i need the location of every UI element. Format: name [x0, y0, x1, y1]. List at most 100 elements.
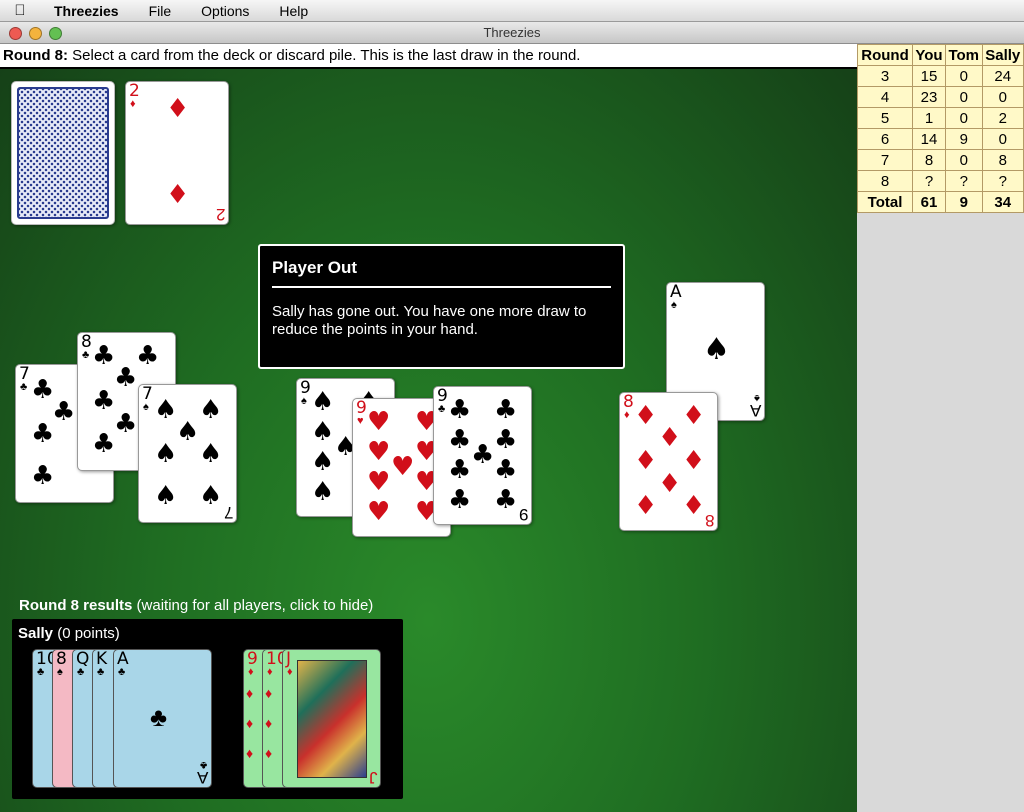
club-icon: ♣ [494, 395, 518, 425]
diamond-icon: ♦ [658, 469, 682, 499]
result-card-ace-clubs: A ♣ ♣ A ♣ [113, 649, 212, 788]
score-cell: 0 [944, 107, 983, 129]
diamond-icon: ♦ [246, 715, 254, 731]
table-card-9-clubs[interactable]: 9 ♣ ♣ ♣ ♣ ♣ ♣ ♣ ♣ ♣ ♣ 9 [433, 386, 532, 525]
diamond-icon: ♦ [682, 446, 706, 476]
score-cell: 14 [912, 128, 946, 150]
diamond-icon: ♦ [246, 745, 254, 761]
score-row: 6 14 9 0 [856, 128, 1024, 150]
spade-icon: ♠ [57, 666, 63, 678]
score-cell: 6 [856, 128, 914, 150]
score-cell: ? [981, 170, 1024, 192]
club-icon: ♣ [82, 349, 90, 361]
score-row: 8 ? ? ? [856, 170, 1024, 192]
club-icon: ♣ [92, 386, 116, 416]
score-row: 7 8 0 8 [856, 149, 1024, 171]
draw-deck[interactable] [11, 81, 115, 225]
window-titlebar: Threezies [0, 22, 1024, 44]
score-cell: 8 [981, 149, 1024, 171]
score-cell: 24 [981, 65, 1024, 87]
status-message: Select a card from the deck or discard p… [72, 47, 581, 64]
score-cell: ? [944, 170, 983, 192]
club-icon: ♣ [31, 375, 55, 405]
score-cell: 0 [944, 86, 983, 108]
score-cell: 0 [944, 149, 983, 171]
score-row: 4 23 0 0 [856, 86, 1024, 108]
total-you: 61 [912, 191, 946, 213]
jack-face-illustration [297, 660, 367, 778]
file-menu[interactable]: File [134, 3, 187, 19]
club-icon: ♣ [448, 455, 472, 485]
close-window-button[interactable] [9, 27, 22, 40]
club-icon: ♣ [37, 666, 45, 678]
club-icon: ♣ [114, 363, 138, 393]
heart-icon: ♥ [367, 497, 391, 527]
club-icon: ♣ [52, 397, 76, 427]
score-cell: 0 [944, 65, 983, 87]
score-cell: 0 [981, 128, 1024, 150]
player-points: (0 points) [57, 625, 120, 642]
club-icon: ♣ [20, 381, 28, 393]
club-icon: ♣ [448, 485, 472, 515]
card-rank: 9 [518, 505, 528, 524]
heart-icon: ♥ [357, 415, 364, 427]
score-cell: 23 [912, 86, 946, 108]
card-rank: A [196, 768, 208, 787]
results-title: Round 8 results [19, 597, 133, 614]
diamond-icon: ♦ [246, 685, 254, 701]
card-rank: J [368, 768, 378, 787]
player-name: Sally [18, 625, 54, 642]
heart-icon: ♥ [367, 467, 391, 497]
diamond-icon: ♦ [267, 666, 273, 678]
results-player: Sally (0 points) [18, 625, 120, 642]
score-cell: 7 [856, 149, 914, 171]
minimize-window-button[interactable] [29, 27, 42, 40]
spade-icon: ♠ [301, 395, 307, 407]
options-menu[interactable]: Options [186, 3, 264, 19]
heart-icon: ♥ [391, 452, 415, 482]
spade-icon: ♠ [199, 481, 223, 511]
card-rank: 8 [704, 511, 714, 530]
club-icon: ♣ [77, 666, 85, 678]
score-cell: 15 [912, 65, 946, 87]
spade-icon: ♠ [154, 481, 178, 511]
heart-icon: ♥ [367, 437, 391, 467]
score-cell: 1 [912, 107, 946, 129]
spade-icon: ♠ [176, 417, 200, 447]
score-total-row: Total 61 9 34 [856, 191, 1024, 213]
score-cell: 0 [981, 86, 1024, 108]
round-results-panel[interactable]: Sally (0 points) 10 ♣ 8 ♠ Q ♣ K ♣ A ♣ ♣ … [12, 619, 403, 799]
score-cell: 9 [944, 128, 983, 150]
table-card-7-spades[interactable]: 7 ♠ ♠ ♠ ♠ ♠ ♠ ♠ ♠ 7 [138, 384, 237, 523]
diamond-icon: ♦ [682, 401, 706, 431]
spade-icon: ♠ [143, 401, 149, 413]
diamond-icon: ♦ [658, 423, 682, 453]
diamond-icon: ♦ [634, 446, 658, 476]
spade-icon: ♠ [311, 477, 335, 507]
apple-menu-icon[interactable]:  [0, 2, 40, 19]
total-label: Total [856, 191, 914, 213]
club-icon: ♣ [31, 461, 55, 491]
diamond-icon: ♦ [248, 666, 254, 678]
table-card-8-diamonds[interactable]: 8 ♦ ♦ ♦ ♦ ♦ ♦ ♦ ♦ ♦ 8 [619, 392, 718, 531]
spade-icon: ♠ [754, 392, 760, 404]
score-cell: 8 [912, 149, 946, 171]
score-header-row: Round You Tom Sally [856, 44, 1024, 66]
game-table: Round 8: Select a card from the deck or … [0, 44, 857, 812]
club-icon: ♣ [92, 429, 116, 459]
app-menu[interactable]: Threezies [40, 3, 134, 19]
club-icon: ♣ [471, 440, 495, 470]
diamond-icon: ♦ [265, 745, 273, 761]
player-out-dialog[interactable]: Player Out Sally has gone out. You have … [258, 244, 625, 369]
header-round: Round [856, 44, 914, 66]
card-back-pattern [17, 87, 109, 219]
status-round: Round 8: [3, 47, 68, 64]
result-card-jack-diamonds: J ♦ J [282, 649, 381, 788]
round-results-heading[interactable]: Round 8 results (waiting for all players… [19, 597, 373, 614]
discard-pile[interactable]: 2 ♦ ♦ ♦ 2 [125, 81, 229, 225]
zoom-window-button[interactable] [49, 27, 62, 40]
header-you: You [912, 44, 946, 66]
help-menu[interactable]: Help [264, 3, 323, 19]
score-row: 5 1 0 2 [856, 107, 1024, 129]
spade-icon: ♠ [671, 299, 677, 311]
